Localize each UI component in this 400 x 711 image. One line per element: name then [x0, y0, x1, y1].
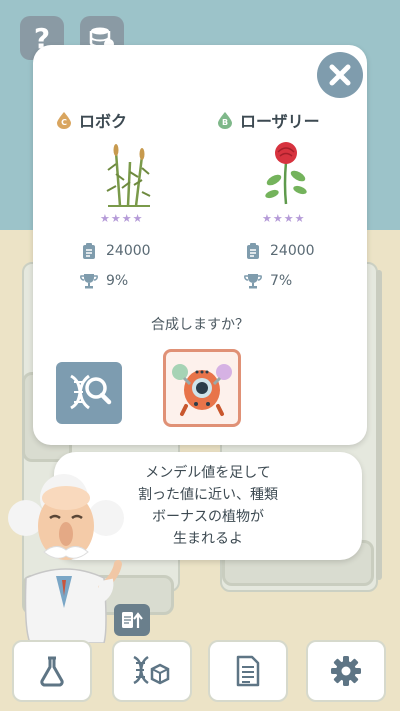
rose-plant-image: [265, 142, 307, 205]
clipboard-icon: [83, 243, 95, 259]
plant-left-header: C ロボク: [55, 108, 205, 132]
plant-right-stars: ★★★★: [262, 212, 306, 225]
flask-icon: [40, 656, 64, 687]
trophy-icon: [80, 274, 98, 289]
nav-dna-button[interactable]: [112, 640, 192, 702]
plant-left-stars: ★★★★: [100, 212, 144, 225]
plant-left-score: 24000: [106, 243, 151, 259]
dna-search-icon: [70, 374, 112, 410]
plant-right-header: B ローザリー: [216, 108, 366, 132]
plant-right-winrate-row: 7%: [244, 272, 292, 290]
dna-crystal-icon: [133, 655, 170, 685]
grade-b-icon: B: [218, 112, 232, 129]
clipboard-icon: [247, 243, 259, 259]
plant-right-name: ローザリー: [240, 112, 320, 131]
synthesize-button[interactable]: [163, 349, 241, 427]
grade-c-icon: C: [57, 112, 71, 129]
plant-right-score-row: 24000: [244, 242, 315, 260]
svg-text:B: B: [222, 118, 228, 127]
svg-text:C: C: [61, 118, 67, 127]
close-button[interactable]: [317, 52, 363, 98]
dna-search-button[interactable]: [56, 362, 122, 424]
robot-synthesizer-icon: [172, 364, 232, 416]
speech-line: メンデル値を足して: [145, 465, 271, 481]
plant-left-winrate-row: 9%: [80, 272, 128, 290]
nav-settings-button[interactable]: [306, 640, 386, 702]
plant-left-winrate: 9%: [106, 273, 129, 289]
horsetail-plant-image: [106, 144, 151, 207]
plant-left-name: ロボク: [79, 112, 128, 131]
speech-line: ボーナスの植物が: [152, 509, 264, 525]
confirm-prompt: 合成しますか？: [151, 317, 249, 333]
speech-line: 割った値に近い、種類: [138, 487, 278, 503]
plant-right-score: 24000: [270, 243, 315, 259]
professor-character: [8, 474, 124, 643]
plant-right-winrate: 7%: [270, 273, 293, 289]
list-scrollbar[interactable]: [376, 270, 382, 580]
document-icon: [236, 655, 260, 687]
gear-icon: [331, 656, 361, 686]
nav-flask-button[interactable]: [12, 640, 92, 702]
sort-document-button[interactable]: [114, 604, 150, 636]
close-icon: [329, 64, 351, 86]
speech-line: 生まれるよ: [173, 531, 243, 547]
trophy-icon: [244, 274, 262, 289]
plant-left-score-row: 24000: [80, 242, 151, 260]
nav-document-button[interactable]: [208, 640, 288, 702]
document-arrow-icon: [122, 612, 143, 628]
